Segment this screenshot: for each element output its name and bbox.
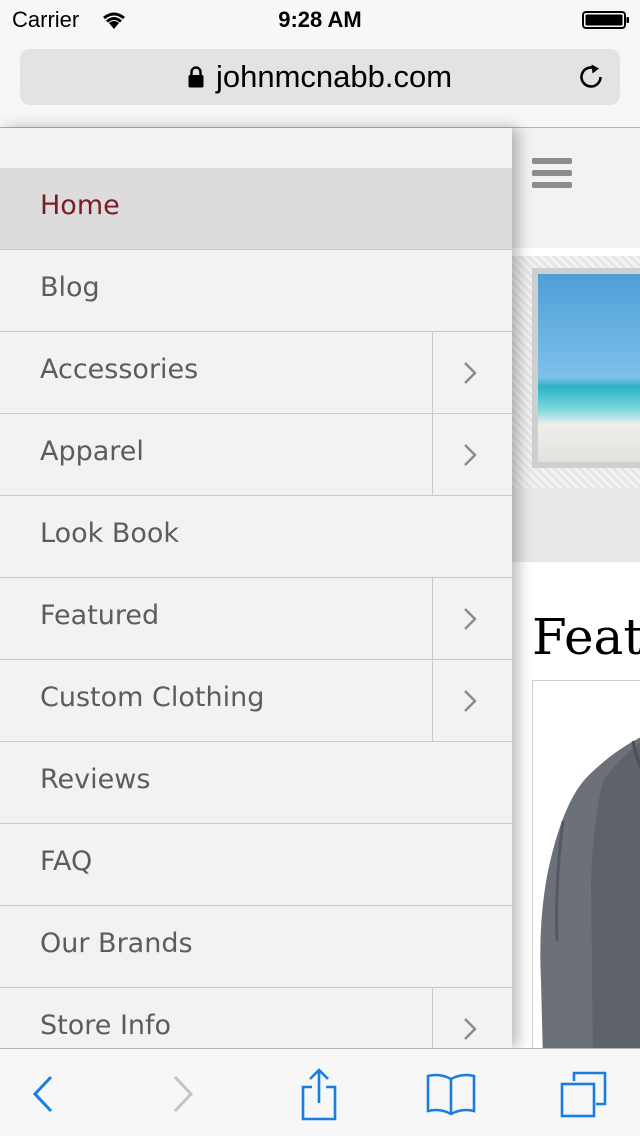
chevron-right-icon bbox=[464, 690, 477, 712]
menu-item-label: Custom Clothing bbox=[40, 682, 265, 713]
featured-heading: Featu bbox=[532, 608, 640, 666]
menu-item-label: Look Book bbox=[40, 518, 180, 549]
tabs-icon bbox=[560, 1071, 607, 1118]
hero-banner bbox=[512, 256, 640, 488]
bookmarks-icon bbox=[426, 1073, 476, 1116]
menu-item-featured[interactable]: Featured bbox=[0, 578, 512, 660]
menu-item-label: Accessories bbox=[40, 354, 199, 385]
menu-item-apparel[interactable]: Apparel bbox=[0, 414, 512, 496]
submenu-toggle-apparel[interactable] bbox=[432, 414, 512, 495]
reload-icon[interactable] bbox=[576, 62, 606, 92]
submenu-toggle-accessories[interactable] bbox=[432, 332, 512, 413]
site-header bbox=[512, 128, 640, 248]
back-button[interactable] bbox=[16, 1067, 70, 1121]
share-icon bbox=[301, 1068, 337, 1121]
address-bar[interactable]: johnmcnabb.com bbox=[20, 49, 620, 105]
featured-product-card[interactable] bbox=[532, 680, 640, 1048]
menu-item-custom-clothing[interactable]: Custom Clothing bbox=[0, 660, 512, 742]
nav-drawer-top bbox=[0, 128, 512, 168]
chevron-right-icon bbox=[464, 608, 477, 630]
status-bar: Carrier 9:28 AM bbox=[0, 0, 640, 40]
menu-item-label: Apparel bbox=[40, 436, 144, 467]
submenu-toggle-featured[interactable] bbox=[432, 578, 512, 659]
hero-beach-image bbox=[532, 268, 640, 468]
menu-item-label: FAQ bbox=[40, 846, 93, 877]
menu-item-label: Home bbox=[40, 190, 120, 221]
chevron-right-icon bbox=[464, 444, 477, 466]
menu-item-reviews[interactable]: Reviews bbox=[0, 742, 512, 824]
site-page: Featu bbox=[512, 128, 640, 1048]
lock-icon bbox=[188, 66, 204, 88]
menu-item-label: Store Info bbox=[40, 1010, 172, 1041]
chevron-right-icon bbox=[464, 362, 477, 384]
url-text: johnmcnabb.com bbox=[215, 59, 453, 94]
forward-icon bbox=[173, 1075, 194, 1113]
browser-toolbar bbox=[0, 1048, 640, 1136]
share-button[interactable] bbox=[292, 1067, 346, 1121]
menu-item-store-info[interactable]: Store Info bbox=[0, 988, 512, 1048]
menu-item-faq[interactable]: FAQ bbox=[0, 824, 512, 906]
bookmarks-button[interactable] bbox=[424, 1067, 478, 1121]
menu-item-label: Featured bbox=[40, 600, 160, 631]
tabs-button[interactable] bbox=[556, 1067, 610, 1121]
address-display[interactable]: johnmcnabb.com bbox=[20, 59, 620, 95]
nav-drawer: Home Blog Accessories Apparel Look Book … bbox=[0, 128, 512, 1048]
back-icon bbox=[32, 1075, 53, 1113]
browser-address-area: johnmcnabb.com bbox=[0, 40, 640, 128]
status-time: 9:28 AM bbox=[278, 7, 362, 32]
battery-icon bbox=[582, 11, 629, 29]
menu-item-label: Reviews bbox=[40, 764, 151, 795]
menu-item-our-brands[interactable]: Our Brands bbox=[0, 906, 512, 988]
sweater-product-image bbox=[540, 737, 640, 1048]
menu-item-look-book[interactable]: Look Book bbox=[0, 496, 512, 578]
menu-item-blog[interactable]: Blog bbox=[0, 250, 512, 332]
submenu-toggle-store-info[interactable] bbox=[432, 988, 512, 1048]
menu-item-home[interactable]: Home bbox=[0, 168, 512, 250]
menu-item-accessories[interactable]: Accessories bbox=[0, 332, 512, 414]
hero-bottom-band bbox=[512, 488, 640, 562]
menu-item-label: Our Brands bbox=[40, 928, 193, 959]
menu-item-label: Blog bbox=[40, 272, 100, 303]
submenu-toggle-custom-clothing[interactable] bbox=[432, 660, 512, 741]
forward-button[interactable] bbox=[156, 1067, 210, 1121]
hamburger-menu-icon[interactable] bbox=[532, 158, 572, 192]
chevron-right-icon bbox=[464, 1018, 477, 1040]
